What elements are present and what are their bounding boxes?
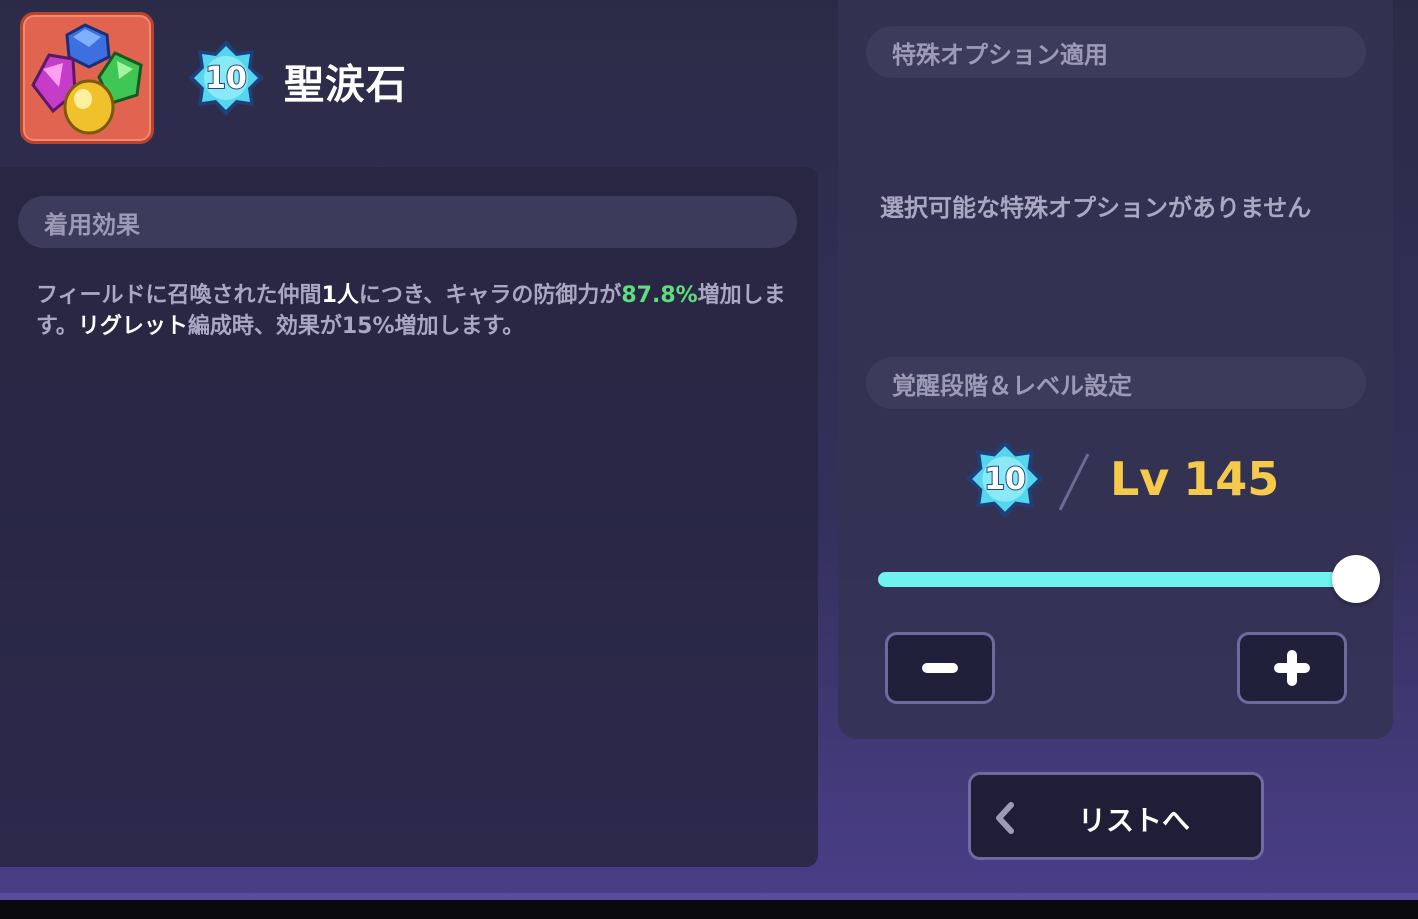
level-settings-header: 覚醒段階＆レベル設定 (866, 357, 1366, 409)
level-increase-button[interactable] (1237, 632, 1347, 704)
bottom-bar (0, 900, 1418, 919)
awakening-badge: 10 (186, 38, 266, 118)
effect-highlight-character: リグレット (77, 314, 188, 339)
equip-effect-header-label: 着用効果 (44, 210, 140, 239)
equip-effect-header: 着用効果 (18, 196, 797, 248)
equip-effect-panel (0, 167, 818, 867)
bottom-edge (0, 893, 1418, 900)
separator-slash (1058, 453, 1090, 511)
plus-icon (1274, 650, 1310, 686)
effect-highlight-count: 1人 (321, 283, 359, 308)
effect-text-part: フィールドに召喚された仲間 (36, 283, 322, 308)
effect-text-part: 編成時、効果が15%増加します。 (187, 314, 525, 339)
level-settings-header-label: 覚醒段階＆レベル設定 (892, 371, 1132, 400)
level-slider-knob[interactable] (1332, 555, 1380, 603)
level-prefix: Lv (1110, 452, 1170, 506)
effect-highlight-percent: 87.8% (621, 283, 698, 308)
level-value: 145 (1183, 452, 1280, 506)
back-to-list-label: リストへ (1077, 804, 1190, 837)
gem-cluster-icon (31, 23, 143, 135)
no-special-options-message: 選択可能な特殊オプションがありません (880, 194, 1312, 222)
item-icon (20, 12, 154, 144)
special-option-header: 特殊オプション適用 (866, 26, 1366, 78)
minus-icon (922, 663, 958, 673)
item-name: 聖涙石 (284, 62, 407, 108)
back-to-list-button[interactable]: リストへ (968, 772, 1264, 860)
awakening-stage-value: 10 (983, 461, 1027, 498)
level-display: Lv 145 (1110, 452, 1279, 506)
effect-text-part: につき、キャラの防御力が (358, 283, 622, 308)
awakening-stage-number: 10 (204, 60, 248, 97)
equip-effect-description: フィールドに召喚された仲間1人につき、キャラの防御力が87.8%増加します。リグ… (36, 280, 796, 342)
level-slider[interactable] (878, 555, 1380, 603)
special-option-header-label: 特殊オプション適用 (892, 40, 1108, 69)
level-decrease-button[interactable] (885, 632, 995, 704)
level-slider-fill (878, 572, 1356, 587)
awakening-stage-selector[interactable]: 10 (964, 438, 1046, 520)
